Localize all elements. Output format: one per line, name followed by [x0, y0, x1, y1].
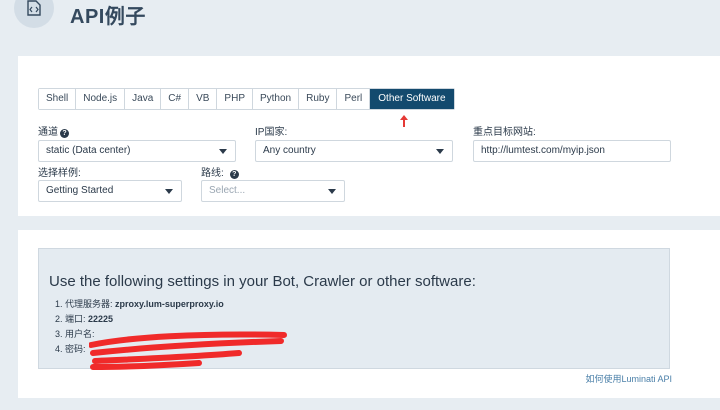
tab-csharp[interactable]: C#	[161, 89, 190, 109]
redaction-scribble	[89, 331, 287, 370]
sample-select[interactable]: Getting Started	[38, 180, 182, 202]
settings-box: Use the following settings in your Bot, …	[38, 248, 670, 370]
target-site-label: 重点目标网站:	[473, 127, 536, 138]
route-label: 路线:?	[201, 164, 239, 179]
chevron-down-icon	[328, 189, 336, 194]
settings-title: Use the following settings in your Bot, …	[49, 273, 476, 290]
language-tabs: Shell Node.js Java C# VB PHP Python Ruby…	[38, 88, 455, 110]
tab-nodejs[interactable]: Node.js	[76, 89, 126, 109]
settings-card: Use the following settings in your Bot, …	[18, 230, 720, 398]
help-icon[interactable]: ?	[229, 170, 239, 179]
channel-select[interactable]: static (Data center)	[38, 140, 236, 162]
tab-perl[interactable]: Perl	[337, 89, 371, 109]
help-icon[interactable]: ?	[60, 129, 69, 138]
ip-country-select[interactable]: Any country	[255, 140, 453, 162]
chevron-down-icon	[165, 189, 173, 194]
page-header: API例子	[0, 0, 720, 40]
route-select[interactable]: Select...	[201, 180, 345, 202]
ip-country-label: IP国家:	[255, 127, 288, 138]
page-title: API例子	[70, 6, 146, 28]
chevron-down-icon	[219, 149, 227, 154]
tab-ruby[interactable]: Ruby	[299, 89, 338, 109]
tab-php[interactable]: PHP	[217, 89, 253, 109]
red-arrow-icon	[400, 115, 408, 127]
tab-java[interactable]: Java	[125, 89, 162, 109]
chevron-down-icon	[436, 149, 444, 154]
tab-python[interactable]: Python	[252, 89, 300, 109]
config-card: Shell Node.js Java C# VB PHP Python Ruby…	[18, 56, 720, 216]
tab-other-software[interactable]: Other Software	[370, 89, 454, 109]
channel-label: 通道?	[38, 123, 69, 138]
tab-shell[interactable]: Shell	[39, 89, 77, 109]
sample-label: 选择样例:	[38, 168, 81, 179]
luminati-api-help-link[interactable]: 如何使用Luminati API	[585, 372, 672, 385]
list-item: 1. 代理服务器: zproxy.lum-superproxy.io	[55, 299, 224, 309]
target-site-input[interactable]: http://lumtest.com/myip.json	[473, 140, 671, 162]
code-file-icon	[14, 0, 54, 28]
tab-vb[interactable]: VB	[189, 89, 218, 109]
